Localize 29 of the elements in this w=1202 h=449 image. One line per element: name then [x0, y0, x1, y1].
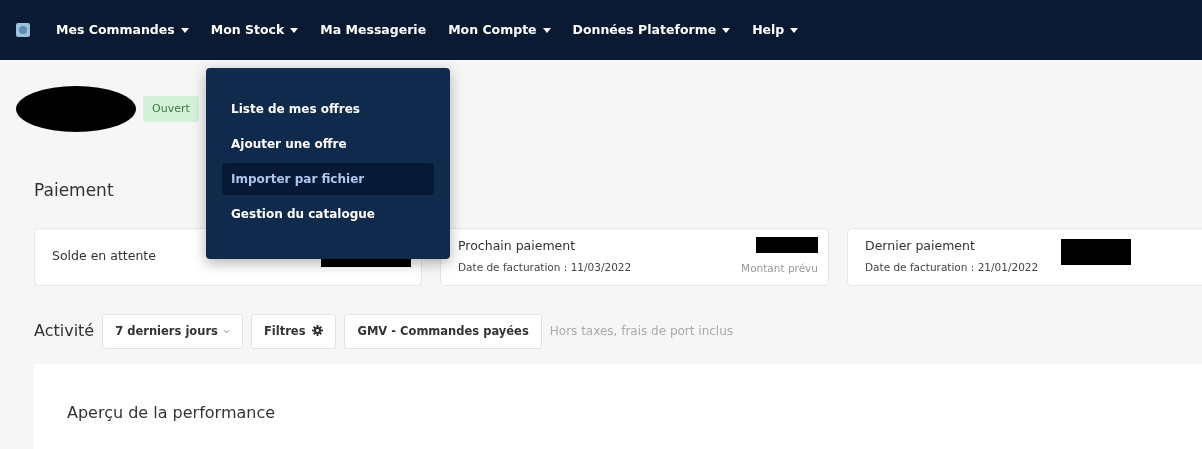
logo-icon[interactable]	[16, 23, 30, 37]
redaction-mark	[756, 236, 818, 253]
card-label: Dernier paiement	[865, 237, 976, 256]
card-label: Solde en attente	[52, 247, 156, 266]
section-title: Activité	[34, 320, 95, 343]
nav-menu-item[interactable]: Mes Commandes	[56, 20, 201, 40]
menu-item[interactable]: Ajouter une offre	[222, 128, 434, 160]
billing-date: Date de facturation : 11/03/2022	[458, 260, 632, 275]
nav-menu-item[interactable]: Mon Stock	[210, 20, 311, 40]
chevron-down-icon	[222, 328, 230, 334]
metric-button[interactable]: GMV - Commandes payées	[344, 313, 542, 349]
redaction-mark	[1061, 238, 1131, 265]
billing-date: Date de facturation : 21/01/2022	[865, 260, 1039, 275]
status-badge: Ouvert	[143, 95, 199, 123]
period-dropdown[interactable]: 7 derniers jours	[102, 313, 243, 349]
menu-item[interactable]: Liste de mes offres	[222, 93, 434, 125]
hint-text: Hors taxes, frais de port inclus	[549, 323, 734, 341]
nav-menu-item[interactable]: Ma Messagerie	[320, 20, 439, 40]
nav-menu-item[interactable]: Données Plateforme	[572, 20, 743, 40]
gear-icon	[312, 324, 324, 336]
card-label: Prochain paiement	[458, 237, 577, 256]
filters-button[interactable]: Filtres	[250, 313, 337, 349]
nav-menu-item[interactable]: Help	[752, 20, 811, 40]
menu-item[interactable]: Importer par fichier	[222, 163, 434, 195]
card-title: Aperçu de la performance	[67, 401, 277, 424]
nav-menu-item[interactable]: Mon Compte	[448, 20, 563, 40]
section-title: Paiement	[34, 179, 114, 202]
menu-item[interactable]: Gestion du catalogue	[222, 198, 434, 230]
card-note: Montant prévu	[741, 260, 818, 276]
